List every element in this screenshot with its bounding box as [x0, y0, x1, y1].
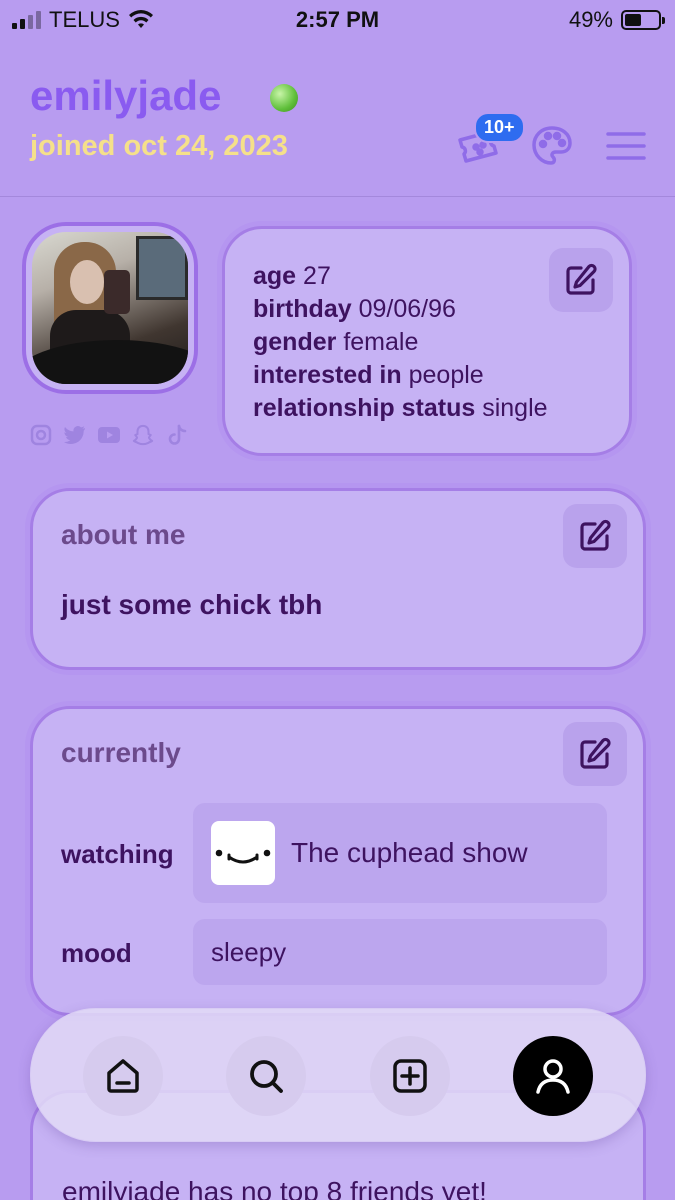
- bottom-nav: [30, 1008, 646, 1142]
- palette-icon[interactable]: [530, 124, 574, 168]
- avatar[interactable]: [22, 222, 198, 394]
- currently-card: currently watching The cuphead show mood…: [30, 706, 646, 1016]
- edit-details-button[interactable]: [549, 248, 613, 312]
- detail-age: age 27: [253, 262, 331, 290]
- twitter-icon[interactable]: [64, 424, 86, 446]
- profile-screen: TELUS 2:57 PM 49% emilyjade joined oct 2…: [0, 0, 675, 1200]
- edit-icon: [580, 519, 611, 551]
- show-thumbnail-icon: [211, 821, 275, 885]
- nav-home-button[interactable]: [83, 1036, 163, 1116]
- mood-box[interactable]: sleepy: [193, 919, 607, 985]
- nav-search-button[interactable]: [226, 1036, 306, 1116]
- profile-header: emilyjade joined oct 24, 2023 10+: [0, 40, 675, 197]
- username: emilyjade: [30, 72, 222, 119]
- add-icon: [393, 1059, 427, 1093]
- notification-badge: 10+: [474, 112, 525, 143]
- nav-add-button[interactable]: [370, 1036, 450, 1116]
- detail-gender: gender female: [253, 328, 419, 356]
- details-card: age 27 birthday 09/06/96 gender female i…: [222, 226, 632, 456]
- mood-value: sleepy: [211, 936, 287, 967]
- online-status-icon: [270, 84, 298, 112]
- about-me-title: about me: [61, 519, 186, 550]
- status-bar: TELUS 2:57 PM 49%: [0, 0, 675, 40]
- about-me-card: about me just some chick tbh: [30, 488, 646, 670]
- joined-date: joined oct 24, 2023: [30, 130, 288, 162]
- currently-title: currently: [61, 737, 181, 768]
- battery-icon: [621, 10, 665, 30]
- edit-currently-button[interactable]: [563, 722, 627, 786]
- mood-label: mood: [61, 938, 132, 968]
- snapchat-icon[interactable]: [132, 424, 154, 446]
- menu-icon[interactable]: [604, 124, 648, 168]
- nav-profile-button[interactable]: [513, 1036, 593, 1116]
- top-friends-empty-text: emilyjade has no top 8 friends yet!: [62, 1176, 487, 1200]
- detail-interested-in: interested in people: [253, 361, 484, 389]
- youtube-icon[interactable]: [98, 424, 120, 446]
- edit-icon: [580, 737, 611, 769]
- tiktok-icon[interactable]: [166, 424, 188, 446]
- social-links: [30, 424, 188, 446]
- battery-percent: 49%: [568, 7, 613, 32]
- about-me-text: just some chick tbh: [61, 589, 323, 620]
- profile-photo: [32, 232, 188, 384]
- edit-icon: [566, 263, 597, 295]
- status-right: 49%: [568, 7, 665, 33]
- detail-birthday: birthday 09/06/96: [253, 295, 456, 323]
- instagram-icon[interactable]: [30, 424, 52, 446]
- search-icon: [250, 1060, 283, 1093]
- profile-icon: [536, 1059, 570, 1094]
- edit-about-button[interactable]: [563, 504, 627, 568]
- battery-fill: [625, 14, 641, 26]
- detail-relationship-status: relationship status single: [253, 394, 548, 422]
- watching-box[interactable]: The cuphead show: [193, 803, 607, 903]
- watching-label: watching: [61, 839, 174, 869]
- home-icon: [107, 1059, 139, 1093]
- watching-value: The cuphead show: [291, 837, 528, 868]
- details-list: age 27 birthday 09/06/96 gender female i…: [253, 260, 548, 425]
